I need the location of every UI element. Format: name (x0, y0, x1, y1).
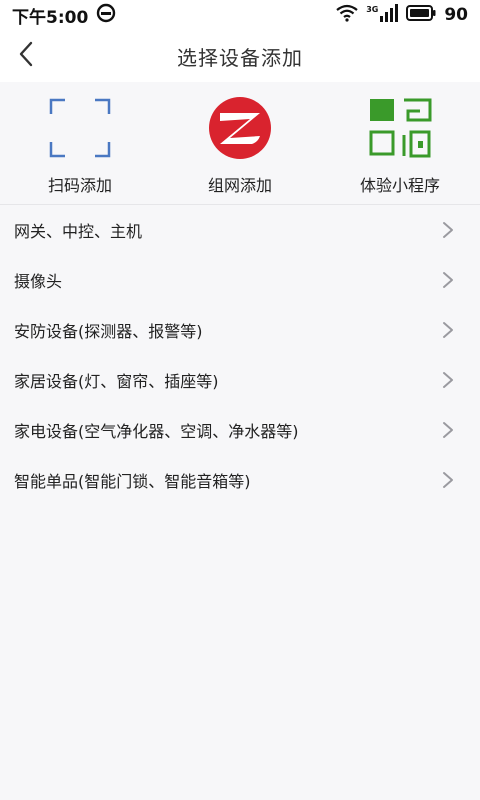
list-item-home[interactable]: 家居设备(灯、窗帘、插座等) (0, 355, 480, 405)
chevron-right-icon (443, 272, 453, 288)
page-title: 选择设备添加 (177, 45, 303, 70)
list-item-label: 网关、中控、主机 (14, 222, 143, 241)
scan-add-button[interactable]: 扫码添加 (0, 82, 160, 204)
category-list: 网关、中控、主机 摄像头 安防设备(探测器、报警等) 家居设备(灯、窗帘、插座等… (0, 205, 480, 800)
network-add-label: 组网添加 (207, 176, 272, 195)
list-item-label: 家电设备(空气净化器、空调、净水器等) (14, 422, 299, 441)
list-item-camera[interactable]: 摄像头 (0, 255, 480, 305)
qr-code-icon (368, 96, 432, 160)
network-add-button[interactable]: 组网添加 (160, 82, 320, 204)
chevron-right-icon (443, 472, 453, 488)
list-item-label: 摄像头 (14, 272, 63, 291)
chevron-right-icon (443, 372, 453, 388)
list-item-label: 安防设备(探测器、报警等) (14, 322, 203, 341)
list-item-gateway[interactable]: 网关、中控、主机 (0, 205, 480, 255)
chevron-left-icon (18, 41, 34, 71)
chevron-right-icon (443, 322, 453, 338)
list-item-label: 智能单品(智能门锁、智能音箱等) (14, 472, 251, 491)
mini-program-button[interactable]: 体验小程序 (320, 82, 480, 204)
scan-frame-icon (48, 96, 112, 160)
battery-level: 90 (444, 5, 468, 25)
network-type-label: 3G (366, 4, 379, 14)
chevron-right-icon (443, 422, 453, 438)
quick-add-panel: 扫码添加 组网添加 体验小程序 (0, 82, 480, 205)
battery-icon (406, 4, 436, 26)
list-item-smart-single[interactable]: 智能单品(智能门锁、智能音箱等) (0, 455, 480, 505)
sync-icon (96, 3, 116, 28)
list-item-security[interactable]: 安防设备(探测器、报警等) (0, 305, 480, 355)
back-button[interactable] (8, 38, 44, 74)
list-item-label: 家居设备(灯、窗帘、插座等) (14, 372, 219, 391)
zigbee-logo-icon (208, 96, 272, 160)
signal-icon (380, 3, 399, 27)
mini-program-label: 体验小程序 (359, 176, 440, 195)
header-bar: 选择设备添加 (0, 30, 480, 82)
status-time: 下午5:00 (12, 7, 89, 28)
chevron-right-icon (443, 222, 453, 238)
scan-add-label: 扫码添加 (47, 176, 112, 195)
wifi-icon (336, 4, 358, 27)
list-item-appliance[interactable]: 家电设备(空气净化器、空调、净水器等) (0, 405, 480, 455)
status-bar: 下午5:00 3G 90 (0, 0, 480, 30)
